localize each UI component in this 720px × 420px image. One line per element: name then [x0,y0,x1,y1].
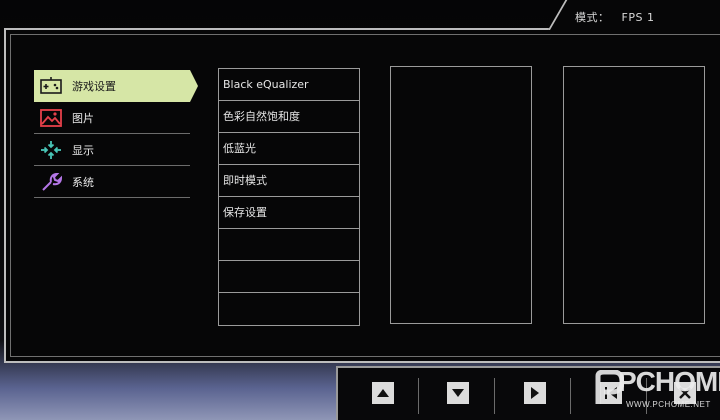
value-panel [563,66,705,324]
main-menu: 游戏设置 图片 显示 系统 [34,70,198,198]
submenu-item-save-settings[interactable]: 保存设置 [219,197,359,229]
menu-item-display[interactable]: 显示 [34,134,190,166]
submenu-item-empty [219,261,359,293]
right-arrow-icon[interactable] [524,382,546,404]
display-icon [40,140,62,160]
options-panel [390,66,532,324]
mode-value: FPS 1 [621,11,655,24]
mode-indicator: 模式： FPS 1 [575,9,654,25]
menu-item-label: 显示 [72,143,94,157]
submenu-item-black-equalizer[interactable]: Black eQualizer [219,69,359,101]
menu-item-label: 系统 [72,175,94,189]
submenu-item-empty [219,229,359,261]
submenu-item-low-blue-light[interactable]: 低蓝光 [219,133,359,165]
submenu-list: Black eQualizer 色彩自然饱和度 低蓝光 即时模式 保存设置 [218,68,360,326]
watermark-url: WWW.PCHOME.NET [626,400,711,409]
menu-item-picture[interactable]: 图片 [34,102,190,134]
nav-divider [570,378,571,414]
menu-item-label: 图片 [72,111,94,125]
nav-divider [494,378,495,414]
gamepad-icon [40,76,62,96]
mode-label: 模式： [575,11,610,24]
pchome-watermark: PCHOME WWW.PCHOME.NET [590,364,720,420]
menu-item-game-settings[interactable]: 游戏设置 [34,70,198,102]
submenu-item-instant-mode[interactable]: 即时模式 [219,165,359,197]
nav-divider [418,378,419,414]
menu-item-label: 游戏设置 [72,80,116,93]
menu-item-system[interactable]: 系统 [34,166,190,198]
submenu-item-empty [219,293,359,325]
wrench-icon [40,172,62,192]
picture-icon [40,108,62,128]
submenu-item-color-vibrance[interactable]: 色彩自然饱和度 [219,101,359,133]
watermark-text: PCHOME [618,366,720,397]
down-arrow-icon[interactable] [447,382,469,404]
up-arrow-icon[interactable] [372,382,394,404]
